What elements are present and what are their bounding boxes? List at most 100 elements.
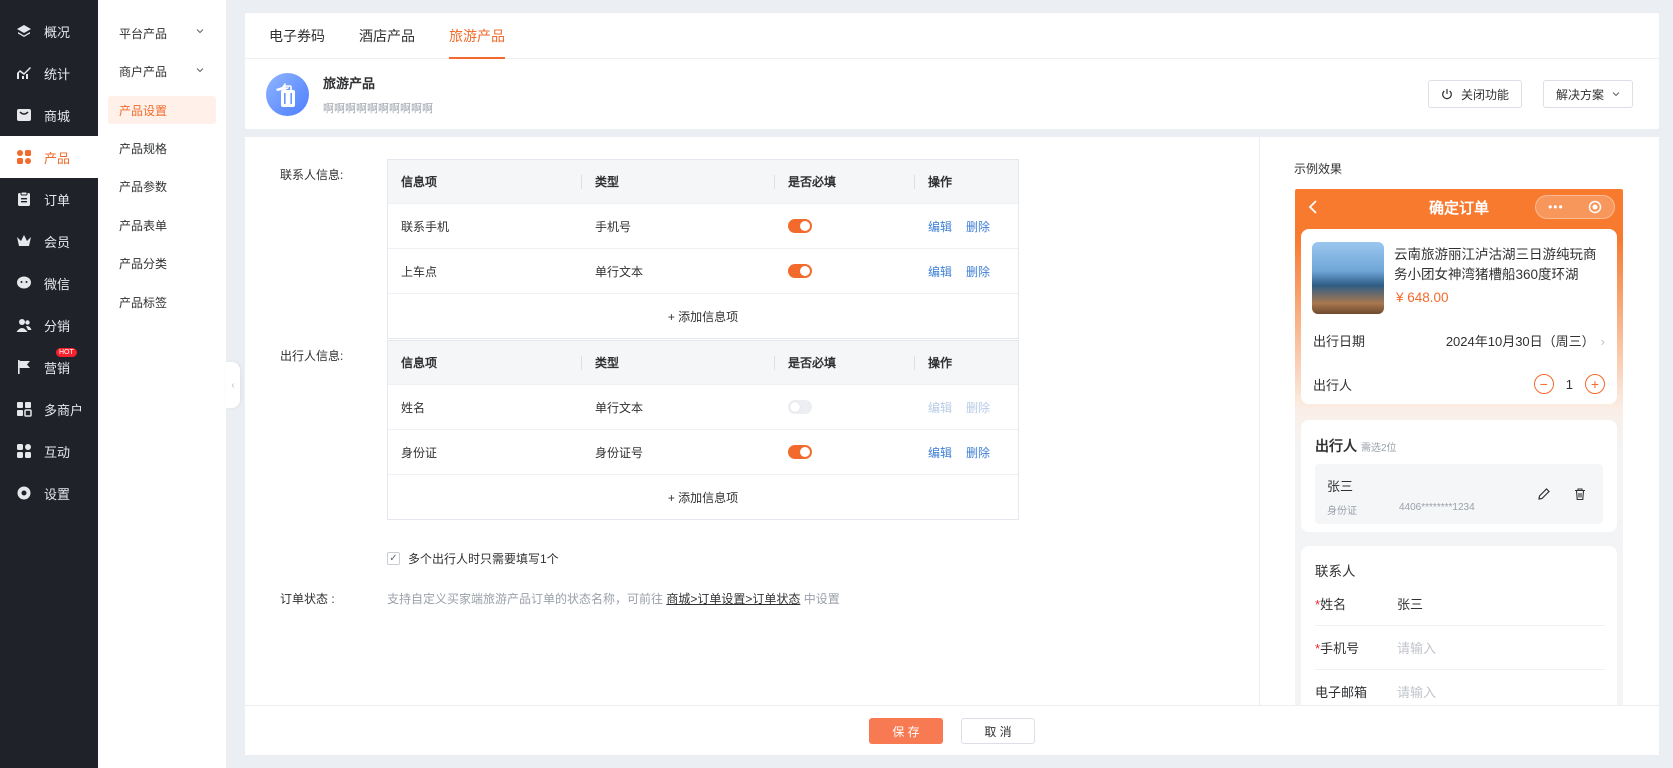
contact-phone-input[interactable]: 请输入 [1397, 638, 1436, 657]
flag-icon [16, 359, 32, 375]
nav-label: 统计 [44, 66, 71, 82]
nav-label: 微信 [44, 276, 71, 292]
subnav-product-tag[interactable]: 产品标签 [98, 283, 226, 322]
nav-label: 商城 [44, 108, 71, 124]
subnav-product-params[interactable]: 产品参数 [98, 168, 226, 207]
phone-preview: 确定订单 ••• 云南旅游丽江泸沽湖三日游纯玩商务小团女神湾猪槽船360度环湖 … [1295, 189, 1623, 705]
preview-panel: 示例效果 确定订单 ••• 云南旅游丽江泸沽湖三日游纯玩商务小团女神湾猪槽船36… [1259, 137, 1659, 705]
travel-luggage-icon [266, 73, 309, 116]
traveler-count-label: 出行人 [1313, 377, 1353, 393]
traveler-info-label: 出行人信息: [280, 349, 344, 363]
required-toggle[interactable] [788, 445, 812, 460]
required-toggle[interactable] [788, 264, 812, 279]
nav-label: 概况 [44, 24, 71, 40]
tab-hotel-product[interactable]: 酒店产品 [359, 13, 415, 58]
edit-link[interactable]: 编辑 [928, 446, 952, 460]
travel-date-row[interactable]: 出行日期 2024年10月30日（周三） › [1313, 331, 1605, 350]
nav-item-marketing[interactable]: 营销 HOT [0, 346, 98, 388]
header-cell: 操作 [928, 356, 953, 370]
delete-link[interactable]: 删除 [966, 265, 990, 279]
settings-card: 联系人信息: 信息项 类型 是否必填 操作 联系手机 手机号 编辑 删除 上车点 … [245, 137, 1659, 705]
store-icon [16, 401, 32, 417]
power-icon [1442, 89, 1452, 100]
plus-button[interactable]: + [1585, 374, 1605, 394]
nav-item-settings[interactable]: 设置 [0, 472, 98, 514]
close-circle-icon [1588, 200, 1602, 214]
grid-icon [16, 149, 32, 165]
subnav-product-form[interactable]: 产品表单 [98, 206, 226, 245]
collapse-sidebar-handle[interactable]: ‹ [226, 362, 240, 408]
nav-item-member[interactable]: 会员 [0, 220, 98, 262]
contact-card-title: 联系人 [1315, 564, 1356, 579]
hot-badge: HOT [56, 348, 77, 357]
table-row: 姓名 单行文本 编辑 删除 [388, 385, 1018, 430]
contact-email-input[interactable]: 请输入 [1397, 682, 1436, 701]
header-cell: 信息项 [388, 354, 582, 371]
subnav-label: 产品表单 [119, 218, 168, 233]
nav-item-product[interactable]: 产品 [0, 136, 98, 178]
subnav-merchant-product[interactable]: 商户产品 [98, 53, 226, 92]
order-status-text: 支持自定义买家端旅游产品订单的状态名称，可前往 [387, 592, 667, 606]
save-button[interactable]: 保 存 [869, 718, 943, 744]
info-item-type: 手机号 [595, 219, 632, 234]
close-feature-button[interactable]: 关闭功能 [1428, 80, 1523, 108]
product-image [1312, 242, 1384, 314]
subnav-product-category[interactable]: 产品分类 [98, 245, 226, 284]
order-status-description: 支持自定义买家端旅游产品订单的状态名称，可前往 商城>订单设置>订单状态 中设置 [387, 590, 840, 607]
feature-header-card: 电子券码 酒店产品 旅游产品 旅游产品 啊啊啊啊啊啊啊啊啊啊 关闭功能 解决方案 [245, 13, 1659, 129]
header-cell: 信息项 [388, 173, 582, 190]
order-status-link[interactable]: 商城>订单设置>订单状态 [666, 592, 800, 606]
traveler-title-text: 出行人 [1315, 438, 1357, 454]
subnav-product-settings[interactable]: 产品设置 [108, 96, 216, 124]
tab-travel-product[interactable]: 旅游产品 [449, 13, 505, 59]
nav-label: 订单 [44, 192, 71, 208]
contact-name-value[interactable]: 张三 [1397, 594, 1423, 613]
phone-title-bar: 确定订单 ••• [1295, 189, 1623, 225]
contact-email-label: 电子邮箱 [1315, 685, 1368, 700]
nav-item-distribution[interactable]: 分销 [0, 304, 98, 346]
edit-link: 编辑 [928, 400, 953, 415]
traveler-entry[interactable]: 张三 身份证 4406********1234 [1315, 464, 1603, 524]
nav-item-wechat[interactable]: 微信 [0, 262, 98, 304]
add-info-item-button[interactable]: + 添加信息项 [388, 475, 1018, 519]
add-info-item-button[interactable]: + 添加信息项 [388, 294, 1018, 338]
info-item-name: 联系手机 [401, 219, 450, 234]
info-item-name: 身份证 [401, 445, 438, 460]
tab-e-voucher[interactable]: 电子券码 [269, 13, 325, 58]
solution-dropdown[interactable]: 解决方案 [1543, 80, 1634, 108]
nav-label: 会员 [44, 234, 71, 250]
traveler-name: 张三 [1327, 479, 1354, 494]
table-header: 信息项 类型 是否必填 操作 [388, 341, 1018, 385]
quantity-value: 1 [1565, 376, 1573, 392]
feature-description: 啊啊啊啊啊啊啊啊啊啊 [323, 103, 433, 115]
sub-nav: 平台产品 商户产品 产品设置 产品规格 产品参数 产品表单 产品分类 产品标签 [98, 0, 227, 768]
required-toggle[interactable] [788, 219, 812, 234]
order-status-label: 订单状态 : [280, 592, 335, 606]
edit-link[interactable]: 编辑 [928, 265, 952, 279]
nav-item-interaction[interactable]: 互动 [0, 430, 98, 472]
subnav-label: 产品规格 [119, 141, 168, 156]
header-cell: 是否必填 [775, 173, 915, 190]
nav-item-overview[interactable]: 概况 [0, 10, 98, 52]
minus-button[interactable]: − [1533, 374, 1554, 394]
multi-traveler-label: 多个出行人时只需要填写1个 [408, 552, 559, 566]
cancel-button[interactable]: 取 消 [961, 718, 1035, 744]
nav-item-order[interactable]: 订单 [0, 178, 98, 220]
subnav-platform-product[interactable]: 平台产品 [98, 14, 226, 53]
travel-date-value: 2024年10月30日（周三） [1445, 334, 1595, 349]
nav-item-multi-merchant[interactable]: 多商户 [0, 388, 98, 430]
multi-traveler-option[interactable]: ✓ 多个出行人时只需要填写1个 [387, 550, 559, 567]
tab-bar: 电子券码 酒店产品 旅游产品 [245, 13, 1659, 59]
required-toggle[interactable] [788, 400, 812, 415]
nav-label: 营销 [44, 360, 71, 376]
checkbox[interactable]: ✓ [387, 552, 400, 565]
delete-link[interactable]: 删除 [966, 446, 990, 460]
subnav-label: 商户产品 [119, 65, 168, 80]
nav-item-stats[interactable]: 统计 [0, 52, 98, 94]
subnav-product-spec[interactable]: 产品规格 [98, 129, 226, 168]
edit-icon[interactable] [1537, 487, 1551, 501]
nav-item-mall[interactable]: 商城 [0, 94, 98, 136]
edit-link[interactable]: 编辑 [928, 220, 952, 234]
trash-icon[interactable] [1573, 487, 1587, 501]
delete-link[interactable]: 删除 [966, 220, 990, 234]
